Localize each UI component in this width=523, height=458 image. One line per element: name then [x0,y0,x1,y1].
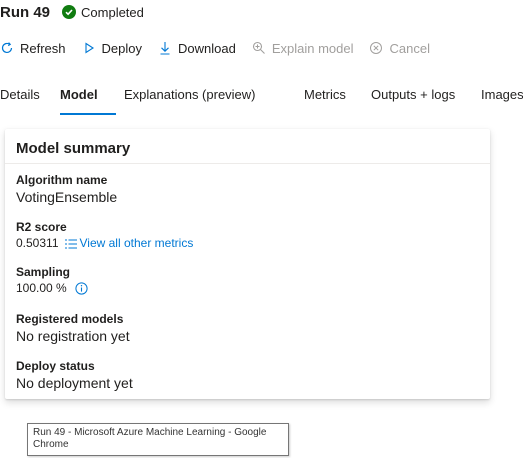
view-all-metrics-link[interactable]: View all other metrics [64,235,194,252]
sampling-field: Sampling 100.00 % [16,265,88,297]
run-details-page: Run 49 Completed Refresh Deploy Download… [0,0,523,458]
registered-models-label: Registered models [16,312,124,326]
explain-model-button[interactable]: Explain model [252,40,354,56]
cancel-circle-icon [369,41,383,55]
r2-score-value: 0.50311 [16,236,59,250]
download-icon [158,41,172,55]
r2-score-row: 0.50311 View all other metrics [16,235,193,252]
sampling-row: 100.00 % [16,280,88,297]
run-header: Run 49 Completed [0,0,523,24]
refresh-button[interactable]: Refresh [0,41,66,56]
tab-outputs-logs[interactable]: Outputs + logs [371,87,481,115]
algorithm-field: Algorithm name VotingEnsemble [16,173,117,207]
algorithm-label: Algorithm name [16,173,108,187]
r2-score-label: R2 score [16,220,67,234]
model-summary-card: Model summary Algorithm name VotingEnsem… [5,129,490,399]
deploy-status-label: Deploy status [16,359,95,373]
tab-images[interactable]: Images [481,87,523,115]
r2-score-field: R2 score 0.50311 View all other metrics [16,220,193,252]
command-toolbar: Refresh Deploy Download Explain model Ca… [0,37,523,59]
algorithm-value: VotingEnsemble [16,189,118,205]
list-icon [64,239,77,249]
registered-models-field: Registered models No registration yet [16,312,130,346]
refresh-label: Refresh [20,40,66,56]
deploy-status-field: Deploy status No deployment yet [16,359,133,393]
refresh-icon [0,41,14,55]
model-summary-title: Model summary [5,129,490,164]
registered-models-value: No registration yet [16,328,130,344]
explain-model-label: Explain model [271,40,354,56]
view-all-metrics-label: View all other metrics [79,236,194,250]
checkmark-circle-icon [62,5,77,19]
tab-model[interactable]: Model [60,87,124,115]
run-tabs: Details Model Explanations (preview) Met… [0,87,523,115]
sampling-label: Sampling [16,265,71,279]
run-status: Completed [62,5,144,20]
deploy-status-value: No deployment yet [16,375,133,391]
deploy-label: Deploy [101,40,142,56]
cancel-label: Cancel [389,40,430,56]
cancel-button[interactable]: Cancel [369,40,430,56]
info-icon[interactable] [75,282,88,295]
window-title-tooltip: Run 49 - Microsoft Azure Machine Learnin… [27,423,289,456]
download-button[interactable]: Download [158,41,236,56]
run-title: Run 49 [0,3,51,21]
play-icon [82,41,96,55]
sampling-value: 100.00 % [16,281,67,295]
tab-details[interactable]: Details [0,87,60,115]
download-label: Download [178,40,236,56]
deploy-button[interactable]: Deploy [82,41,142,56]
status-label: Completed [81,4,144,20]
tab-metrics[interactable]: Metrics [304,87,371,115]
magnifier-icon [252,41,266,55]
tab-explanations[interactable]: Explanations (preview) [124,87,304,115]
